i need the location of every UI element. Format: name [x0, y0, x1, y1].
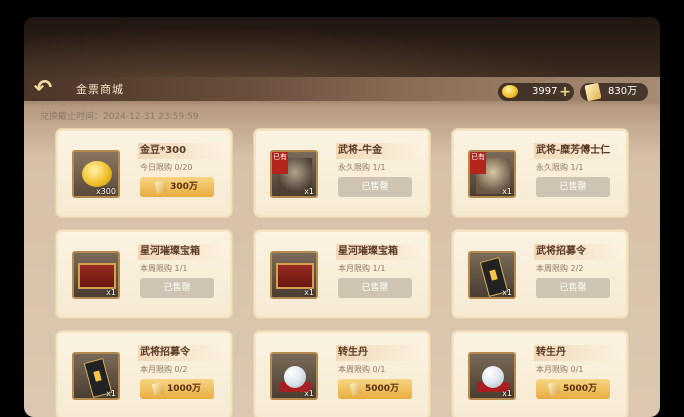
gold-ticket-icon — [151, 381, 165, 396]
shop-item-card[interactable]: 已有 x1 武将-糜芳傅士仁 永久限购 1/1 已售罄 — [452, 129, 628, 217]
item-count: x1 — [502, 288, 512, 297]
gold-ticket-icon — [154, 179, 168, 194]
buy-button[interactable]: 5000万 — [536, 379, 610, 399]
buy-button[interactable]: 300万 — [140, 177, 214, 197]
sold-out-button[interactable]: 已售罄 — [536, 278, 610, 298]
item-count: x1 — [304, 389, 314, 398]
back-arrow-icon[interactable]: ↶ — [30, 78, 56, 100]
gold-bean-icon — [502, 85, 518, 98]
buy-price: 5000万 — [562, 384, 598, 394]
treasure-chest-graphic — [276, 263, 314, 289]
item-name: 转生丹 — [534, 345, 620, 361]
recruit-token-icon: x1 — [468, 251, 516, 299]
shop-item-card[interactable]: x1 转生丹 本周限购 0/1 5000万 — [254, 331, 430, 417]
buy-button[interactable]: 5000万 — [338, 379, 412, 399]
item-limit: 本周限购 1/1 — [140, 264, 188, 273]
treasure-chest-icon: x1 — [270, 251, 318, 299]
shop-item-card[interactable]: x1 星河璀璨宝箱 本月限购 1/1 已售罄 — [254, 230, 430, 318]
top-banner — [24, 17, 660, 77]
treasure-chest-graphic — [78, 263, 116, 289]
gold-ticket-value: 830万 — [608, 86, 638, 97]
item-name: 武将-糜芳傅士仁 — [534, 143, 620, 159]
exchange-deadline: 兑换截止时间：2024-12-31 23:59:59 — [40, 112, 199, 122]
shop-item-card[interactable]: x300 金豆*300 今日限购 0/20 300万 — [56, 129, 232, 217]
item-limit: 本月限购 0/1 — [536, 365, 584, 374]
shop-item-card[interactable]: x1 武将招募令 本周限购 2/2 已售罄 — [452, 230, 628, 318]
item-limit: 永久限购 1/1 — [536, 163, 584, 172]
gold-ticket-icon — [584, 82, 602, 102]
item-count: x1 — [304, 187, 314, 196]
shop-item-card[interactable]: x1 星河璀璨宝箱 本周限购 1/1 已售罄 — [56, 230, 232, 318]
gold-ticket-counter: 830万 — [580, 82, 648, 102]
item-name: 金豆*300 — [138, 143, 224, 159]
rebirth-pill-icon: x1 — [468, 352, 516, 400]
item-limit: 本月限购 0/2 — [140, 365, 188, 374]
add-gold-bean-button[interactable]: + — [558, 85, 572, 99]
item-limit: 本月限购 1/1 — [338, 264, 386, 273]
shop-window: ↶ 金票商城 3997 + 830万 兑换截止时间：2024-12-31 23:… — [24, 17, 660, 417]
sold-out-button[interactable]: 已售罄 — [536, 177, 610, 197]
rebirth-pill-graphic — [284, 366, 306, 388]
item-count: x1 — [502, 389, 512, 398]
buy-button[interactable]: 1000万 — [140, 379, 214, 399]
item-limit: 本周限购 0/1 — [338, 365, 386, 374]
item-count: x1 — [304, 288, 314, 297]
item-count: x1 — [106, 288, 116, 297]
sold-out-button[interactable]: 已售罄 — [140, 278, 214, 298]
owned-tag: 已有 — [272, 152, 288, 174]
gold-bean-graphic — [82, 161, 112, 187]
item-name: 转生丹 — [336, 345, 422, 361]
item-limit: 本周限购 2/2 — [536, 264, 584, 273]
item-name: 星河璀璨宝箱 — [138, 244, 224, 260]
owned-tag: 已有 — [470, 152, 486, 174]
sold-out-button[interactable]: 已售罄 — [338, 177, 412, 197]
buy-price: 300万 — [170, 182, 198, 192]
item-name: 武将-牛金 — [336, 143, 422, 159]
item-name: 武将招募令 — [138, 345, 224, 361]
treasure-chest-icon: x1 — [72, 251, 120, 299]
general-portrait-icon: 已有 x1 — [468, 150, 516, 198]
gold-ticket-icon — [349, 381, 363, 396]
shop-item-card[interactable]: 已有 x1 武将-牛金 永久限购 1/1 已售罄 — [254, 129, 430, 217]
gold-bean-icon: x300 — [72, 150, 120, 198]
gold-bean-value: 3997 — [532, 86, 558, 97]
item-count: x300 — [95, 187, 116, 196]
buy-price: 5000万 — [364, 384, 400, 394]
item-limit: 永久限购 1/1 — [338, 163, 386, 172]
recruit-token-icon: x1 — [72, 352, 120, 400]
general-portrait-icon: 已有 x1 — [270, 150, 318, 198]
shop-item-card[interactable]: x1 武将招募令 本月限购 0/2 1000万 — [56, 331, 232, 417]
gold-bean-counter: 3997 + — [498, 83, 574, 101]
shop-item-card[interactable]: x1 转生丹 本月限购 0/1 5000万 — [452, 331, 628, 417]
buy-price: 1000万 — [166, 384, 202, 394]
item-name: 星河璀璨宝箱 — [336, 244, 422, 260]
item-count: x1 — [502, 187, 512, 196]
rebirth-pill-icon: x1 — [270, 352, 318, 400]
item-name: 武将招募令 — [534, 244, 620, 260]
gold-ticket-icon — [547, 381, 561, 396]
sold-out-button[interactable]: 已售罄 — [338, 278, 412, 298]
item-count: x1 — [106, 389, 116, 398]
rebirth-pill-graphic — [482, 366, 504, 388]
item-limit: 今日限购 0/20 — [140, 163, 193, 172]
page-title: 金票商城 — [76, 83, 124, 96]
